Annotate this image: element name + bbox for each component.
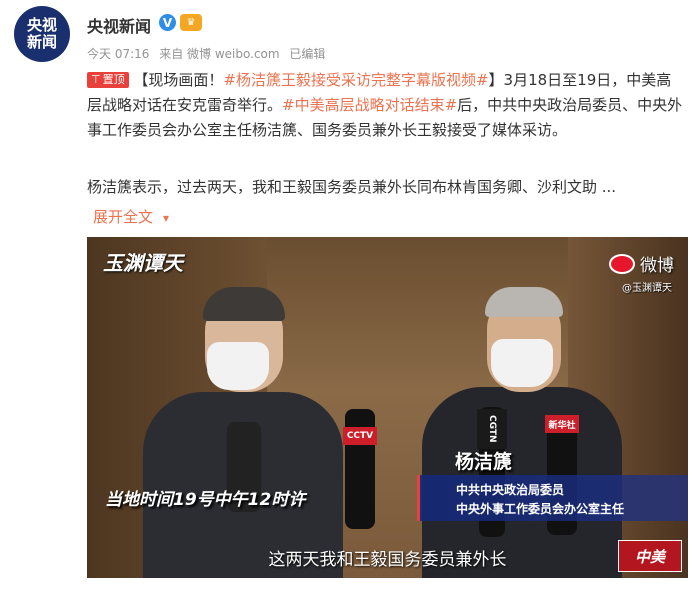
speaker-left-hair xyxy=(203,287,285,321)
mic-flag-1: CCTV xyxy=(343,427,377,445)
account-name[interactable]: 央视新闻 xyxy=(87,13,151,37)
account-avatar[interactable]: 央视 新闻 xyxy=(14,6,70,62)
weibo-logo-icon xyxy=(609,253,635,274)
hashtag-link-2[interactable]: #中美高层战略对话结束# xyxy=(282,96,457,114)
expand-label: 展开全文 xyxy=(93,208,154,226)
pinned-badge: ⊤ 置顶 xyxy=(87,72,129,88)
pin-icon: ⊤ xyxy=(91,73,101,86)
speaker-title-bar: 中共中央政治局委员 中央外事工作委员会办公室主任 xyxy=(417,475,688,521)
weibo-watermark: 微博 xyxy=(609,251,674,276)
hashtag-link-1[interactable]: #杨洁篪王毅接受采访完整字幕版视频# xyxy=(223,71,488,89)
mic-flag-2: 新华社 xyxy=(545,415,579,433)
program-logo: 中美 xyxy=(618,540,682,572)
speaker-title-2: 中央外事工作委员会办公室主任 xyxy=(456,502,625,516)
pinned-label: 置顶 xyxy=(102,73,125,86)
crown-icon: ♛ xyxy=(180,14,202,31)
mic-flag-3: CGTN xyxy=(477,409,507,449)
time-caption: 当地时间19号中午12时许 xyxy=(105,490,306,510)
edited-label: 已编辑 xyxy=(289,47,326,61)
avatar-text-2: 新闻 xyxy=(26,33,57,51)
post-time[interactable]: 今天 07:16 xyxy=(87,47,149,61)
verified-icon: V xyxy=(159,14,176,31)
chevron-down-icon: ▾ xyxy=(163,211,170,225)
post-source[interactable]: 来自 微博 weibo.com xyxy=(159,47,279,61)
weibo-watermark-handle: @玉渊谭天 xyxy=(622,283,672,294)
post-second-paragraph: 杨洁篪表示，过去两天，我和王毅国务委员兼外长同布林肯国务卿、沙利文助 ... xyxy=(87,178,617,196)
avatar-text-1: 央视 xyxy=(26,16,57,34)
post-meta: 今天 07:16 来自 微博 weibo.com 已编辑 xyxy=(87,45,331,62)
speaker-left-mask xyxy=(207,342,269,390)
video-subtitle: 这两天我和王毅国务委员兼外长 xyxy=(268,550,507,570)
expand-full-text-link[interactable]: 展开全文 ▾ xyxy=(93,206,169,227)
speaker-right-hair xyxy=(485,287,563,317)
speaker-right-mask xyxy=(491,339,553,387)
weibo-watermark-label: 微博 xyxy=(640,256,674,276)
speaker-title-1: 中共中央政治局委员 xyxy=(456,483,565,497)
video-player[interactable]: CCTV CGTN 新华社 玉渊谭天 微博 @玉渊谭天 当地时间19号中午12时… xyxy=(87,237,688,578)
speaker-name: 杨洁篪 xyxy=(455,451,513,473)
channel-watermark: 玉渊谭天 xyxy=(103,251,183,275)
post-text: ⊤ 置顶 【现场画面！#杨洁篪王毅接受采访完整字幕版视频#】3月18日至19日，中… xyxy=(87,68,683,143)
text-segment-a: 【现场画面！ xyxy=(133,71,224,89)
